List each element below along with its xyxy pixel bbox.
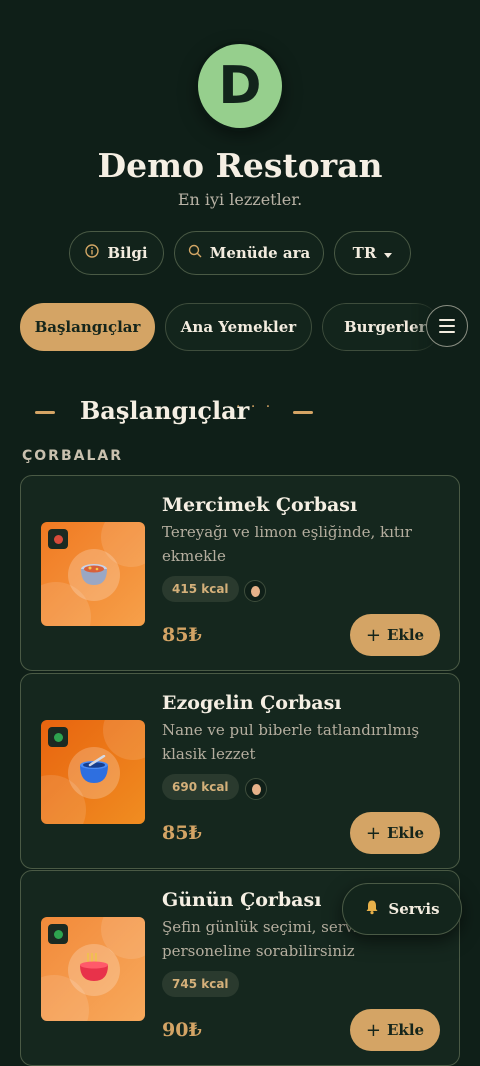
dish-description: Nane ve pul biberle tatlandırılmış klasi… xyxy=(162,721,420,763)
soup-pot-icon xyxy=(77,558,111,592)
restaurant-title: Demo Restoran xyxy=(97,146,383,185)
calorie-badge: 745 kcal xyxy=(162,971,239,997)
category-tab-burgerler[interactable]: Burgerler xyxy=(322,303,440,351)
plus-icon: + xyxy=(365,822,381,844)
dish-image xyxy=(41,917,145,1021)
plus-icon: + xyxy=(365,1019,381,1041)
add-label: Ekle xyxy=(387,824,425,842)
category-menu-button[interactable] xyxy=(426,305,468,347)
dish-price: 90₺ xyxy=(162,1019,202,1041)
info-label: Bilgi xyxy=(107,244,148,262)
section-title: Başlangıçlar xyxy=(80,396,250,425)
dish-price: 85₺ xyxy=(162,624,202,646)
dish-card[interactable]: Mercimek Çorbası Tereyağı ve limon eşliğ… xyxy=(20,475,460,671)
soup-bowl-icon xyxy=(76,754,112,791)
section-dash-right xyxy=(293,411,313,414)
dish-image xyxy=(41,720,145,824)
service-label: Servis xyxy=(388,900,440,918)
add-to-cart-button[interactable]: + Ekle xyxy=(350,812,440,854)
dish-name: Mercimek Çorbası xyxy=(162,494,358,516)
hamburger-icon-line xyxy=(439,325,455,327)
vegetarian-badge xyxy=(48,727,68,747)
category-tab-baslangiclar[interactable]: Başlangıçlar xyxy=(20,303,155,351)
add-to-cart-button[interactable]: + Ekle xyxy=(350,1009,440,1051)
info-icon xyxy=(85,244,100,262)
menu-search-button[interactable]: Menüde ara xyxy=(174,231,324,275)
dish-description: Tereyağı ve limon eşliğinde, kıtır ekmek… xyxy=(162,523,412,565)
dish-name: Ezogelin Çorbası xyxy=(162,692,342,714)
egg-allergen-icon xyxy=(245,778,267,800)
calorie-badge: 415 kcal xyxy=(162,576,239,602)
category-badge xyxy=(48,529,68,549)
add-label: Ekle xyxy=(387,1021,425,1039)
category-tab-ana-yemekler[interactable]: Ana Yemekler xyxy=(165,303,312,351)
logo-letter: D xyxy=(218,56,262,116)
bell-icon xyxy=(364,899,380,919)
dish-card[interactable]: Ezogelin Çorbası Nane ve pul biberle tat… xyxy=(20,673,460,869)
search-icon xyxy=(188,244,202,262)
hamburger-icon-line xyxy=(439,319,455,321)
call-service-button[interactable]: Servis xyxy=(342,883,462,935)
section-dash-left xyxy=(35,411,55,414)
subcategory-heading: ÇORBALAR xyxy=(22,448,123,464)
plus-icon: + xyxy=(365,624,381,646)
noodle-bowl-icon xyxy=(76,951,112,989)
search-label: Menüde ara xyxy=(209,244,311,262)
restaurant-subtitle: En iyi lezzetler. xyxy=(177,190,303,209)
dish-name: Günün Çorbası xyxy=(162,889,322,911)
add-to-cart-button[interactable]: + Ekle xyxy=(350,614,440,656)
add-label: Ekle xyxy=(387,626,425,644)
calorie-badge: 690 kcal xyxy=(162,774,239,800)
dish-image xyxy=(41,522,145,626)
info-button[interactable]: Bilgi xyxy=(69,231,164,275)
dish-price: 85₺ xyxy=(162,822,202,844)
chevron-down-icon xyxy=(384,244,393,262)
restaurant-logo: D xyxy=(198,44,282,128)
hamburger-icon-line xyxy=(439,331,455,333)
egg-allergen-icon xyxy=(244,580,266,602)
vegetarian-badge xyxy=(48,924,68,944)
section-dots: · · · xyxy=(236,399,274,415)
language-label: TR xyxy=(352,244,377,262)
language-selector[interactable]: TR xyxy=(334,231,411,275)
